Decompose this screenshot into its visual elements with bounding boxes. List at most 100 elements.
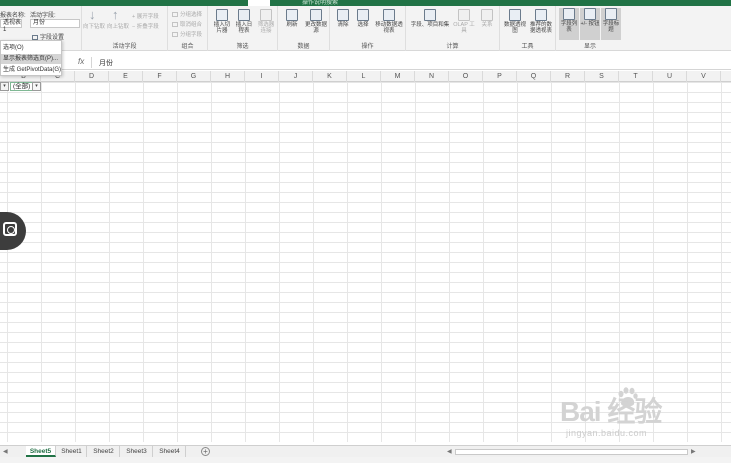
active-field-input[interactable]: 月份 — [30, 19, 80, 28]
column-header-j[interactable]: J — [279, 71, 313, 82]
plus-minus-buttons-button[interactable]: +/- 按钮 — [580, 8, 600, 40]
fields-items-sets-button[interactable]: 字段、项目和集 — [410, 9, 450, 28]
field-list-label: 字段列表 — [560, 21, 578, 33]
relationships-button[interactable]: 关系 — [478, 9, 496, 28]
filter-arrow-icon[interactable]: ▾ — [32, 82, 41, 91]
column-header-l[interactable]: L — [347, 71, 381, 82]
ungroup-icon — [172, 22, 178, 28]
move-pivot-button[interactable]: 移动数据透视表 — [374, 9, 404, 34]
sheet-tab-sheet5[interactable]: Sheet5 — [26, 446, 56, 457]
olap-icon — [458, 9, 470, 21]
column-header-n[interactable]: N — [415, 71, 449, 82]
column-header-f[interactable]: F — [143, 71, 177, 82]
column-header-k[interactable]: K — [313, 71, 347, 82]
field-headers-button[interactable]: 字段标题 — [601, 8, 621, 40]
group-label-active-field: 活动字段 — [112, 44, 137, 50]
pivot-chart-label: 数据透视图 — [504, 22, 527, 34]
select-icon — [357, 9, 369, 21]
column-header-h[interactable]: H — [211, 71, 245, 82]
column-header-e[interactable]: E — [109, 71, 143, 82]
ungroup-button[interactable]: 取消组合 — [172, 20, 202, 28]
filter-value[interactable]: (全部) — [10, 82, 34, 91]
change-data-source-label: 更改数据源 — [304, 22, 327, 34]
relationships-icon — [481, 9, 493, 21]
add-sheet-icon[interactable]: + — [201, 447, 210, 456]
pivot-name-label: 报表名称: — [0, 13, 26, 19]
select-label: 选择 — [357, 22, 369, 28]
column-header-g[interactable]: G — [177, 71, 211, 82]
group-selection-button[interactable]: 分组选择 — [172, 10, 202, 18]
status-bar — [0, 457, 731, 463]
drill-up-button[interactable]: 向上钻取 — [106, 24, 130, 30]
collapse-field-button[interactable]: − 折叠字段 — [132, 22, 159, 30]
sheet-tab-sheet1[interactable]: Sheet1 — [57, 446, 87, 457]
move-pivot-label: 移动数据透视表 — [375, 22, 403, 34]
group-label-data: 数据 — [297, 44, 310, 50]
ungroup-label: 取消组合 — [180, 22, 203, 28]
olap-tools-button[interactable]: OLAP 工具 — [452, 9, 476, 34]
sheet-tab-sheet4[interactable]: Sheet4 — [154, 446, 186, 457]
recommended-pivot-label: 推荐的数据透视表 — [529, 22, 552, 34]
refresh-button[interactable]: 刷新 — [282, 9, 302, 28]
column-header-d[interactable]: D — [75, 71, 109, 82]
group-actions: 清除 选择 移动数据透视表 操作 — [330, 6, 406, 51]
expand-field-label: 展开字段 — [136, 14, 159, 20]
horizontal-scrollbar[interactable] — [455, 449, 688, 455]
column-header-v[interactable]: V — [687, 71, 721, 82]
group-filter: 插入切片器 插入日程表 筛选器连接 筛选 — [208, 6, 278, 51]
filter-dropdown-icon[interactable]: ▾ — [0, 82, 9, 91]
column-header-q[interactable]: Q — [517, 71, 551, 82]
hscroll-left-icon[interactable]: ◀ — [447, 448, 452, 455]
group-drill: ↓ 向下钻取 ↑ 向上钻取 + 展开字段 − 折叠字段 活动字段 — [82, 6, 168, 51]
field-list-button[interactable]: 字段列表 — [559, 8, 579, 40]
refresh-icon — [286, 9, 298, 21]
camera-glyph — [3, 222, 17, 236]
menu-item-options[interactable]: 选项(O) — [1, 43, 61, 53]
options-menu: 选项(O) 显示报表筛选页(P)... 生成 GetPivotData(G) — [0, 40, 62, 76]
pivot-name-input[interactable]: 透视表1 — [0, 19, 22, 33]
column-header-t[interactable]: T — [619, 71, 653, 82]
column-header-s[interactable]: S — [585, 71, 619, 82]
column-header-p[interactable]: P — [483, 71, 517, 82]
column-header-u[interactable]: U — [653, 71, 687, 82]
select-button[interactable]: 选择 — [354, 9, 372, 28]
formula-input[interactable]: 月份 — [99, 58, 113, 68]
recommended-pivot-button[interactable]: 推荐的数据透视表 — [528, 9, 554, 34]
column-header-o[interactable]: O — [449, 71, 483, 82]
group-show: 字段列表 +/- 按钮 字段标题 显示 — [556, 6, 624, 51]
clear-label: 清除 — [337, 22, 349, 28]
sheet-tab-sheet3[interactable]: Sheet3 — [121, 446, 153, 457]
relationships-label: 关系 — [481, 22, 493, 28]
insert-timeline-button[interactable]: 插入日程表 — [234, 9, 254, 34]
formula-bar: fx 月份 — [0, 55, 731, 70]
watermark-brand: Bai 经验 — [560, 396, 662, 427]
change-data-source-button[interactable]: 更改数据源 — [304, 9, 328, 34]
filter-connections-label: 筛选器连接 — [257, 22, 275, 34]
fields-items-sets-label: 字段、项目和集 — [410, 22, 450, 28]
clear-button[interactable]: 清除 — [334, 9, 352, 28]
column-header-m[interactable]: M — [381, 71, 415, 82]
filter-connections-icon — [260, 9, 272, 21]
baidu-jingyan-watermark: Bai 经验 jingyan.baidu.com — [560, 384, 720, 444]
menu-item-generate-getpivotdata[interactable]: 生成 GetPivotData(G) — [1, 65, 61, 75]
group-data: 刷新 更改数据源 数据 — [278, 6, 330, 51]
sheet-tab-sheet2[interactable]: Sheet2 — [88, 446, 120, 457]
column-header-r[interactable]: R — [551, 71, 585, 82]
filter-connections-button[interactable]: 筛选器连接 — [256, 9, 276, 34]
menu-item-show-report-filter-pages[interactable]: 显示报表筛选页(P)... — [1, 54, 61, 64]
pivot-chart-button[interactable]: 数据透视图 — [504, 9, 526, 34]
column-header-row: BCDEFGHIJKLMNOPQRSTUV — [0, 71, 731, 82]
group-label-calculations: 计算 — [446, 44, 459, 50]
group-selection-icon — [172, 12, 178, 18]
scroll-left-icon[interactable]: ◀ — [3, 448, 8, 455]
formula-separator — [91, 57, 92, 68]
group-field-button[interactable]: 分组字段 — [172, 30, 202, 38]
slicer-icon — [216, 9, 228, 21]
hscroll-right-icon[interactable]: ▶ — [691, 448, 696, 455]
column-header-i[interactable]: I — [245, 71, 279, 82]
expand-field-button[interactable]: + 展开字段 — [132, 12, 159, 20]
insert-slicer-button[interactable]: 插入切片器 — [212, 9, 232, 34]
report-filter-cell[interactable]: ▾ (全部) ▾ — [0, 82, 42, 92]
drill-down-button[interactable]: 向下钻取 — [82, 24, 106, 30]
fx-icon[interactable]: fx — [78, 57, 84, 66]
